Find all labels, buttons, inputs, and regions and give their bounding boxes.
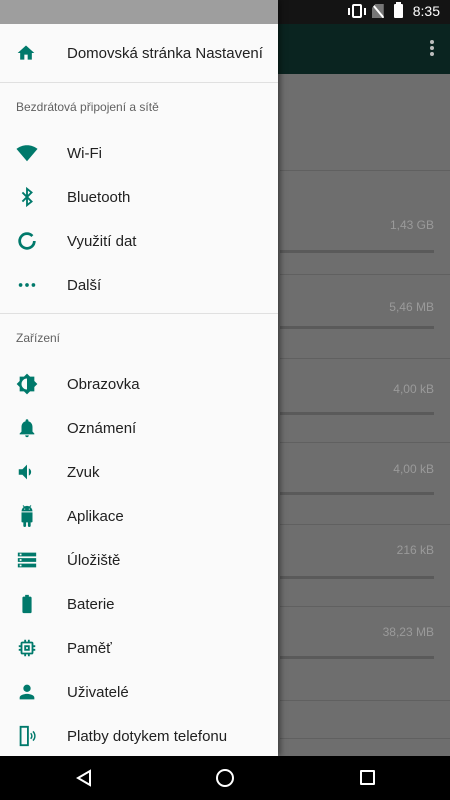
home-circle-icon[interactable] xyxy=(216,769,234,787)
section-header-device: Zařízení xyxy=(16,331,61,345)
more-horizontal-icon xyxy=(16,274,38,296)
memory-chip-icon xyxy=(16,637,38,659)
drawer-item-home[interactable]: Domovská stránka Nastavení xyxy=(0,24,278,82)
android-icon xyxy=(16,505,38,527)
drawer-item-label: Obrazovka xyxy=(67,375,140,393)
home-icon xyxy=(16,43,36,63)
storage-size: 38,23 MB xyxy=(382,625,434,639)
drawer-item-label: Baterie xyxy=(67,595,115,613)
status-time: 8:35 xyxy=(412,3,440,19)
drawer-item-storage[interactable]: Úložiště xyxy=(0,538,278,582)
phone-nfc-icon xyxy=(16,725,38,747)
drawer-item-label: Bluetooth xyxy=(67,188,131,206)
recent-apps-icon[interactable] xyxy=(360,770,375,785)
drawer-item-label: Wi-Fi xyxy=(67,144,102,162)
drawer-item-label: Platby dotykem telefonu xyxy=(67,727,228,745)
drawer-item-label: Další xyxy=(67,276,102,294)
drawer-item-label: Aplikace xyxy=(67,507,124,525)
drawer-item-bluetooth[interactable]: Bluetooth xyxy=(0,175,278,219)
battery-icon xyxy=(393,2,403,18)
bluetooth-icon xyxy=(16,186,38,208)
storage-size: 4,00 kB xyxy=(393,382,434,396)
storage-size: 216 kB xyxy=(396,543,434,557)
drawer-item-users[interactable]: Uživatelé xyxy=(0,670,278,714)
data-usage-icon xyxy=(16,230,38,252)
navigation-drawer: Domovská stránka Nastavení Bezdrátová př… xyxy=(0,0,278,756)
drawer-item-display[interactable]: Obrazovka xyxy=(0,362,278,406)
brightness-icon xyxy=(16,373,38,395)
drawer-item-apps[interactable]: Aplikace xyxy=(0,494,278,538)
drawer-status-area xyxy=(0,0,278,24)
drawer-item-label: Uživatelé xyxy=(67,683,129,701)
section-header-wireless: Bezdrátová připojení a sítě xyxy=(16,100,159,114)
back-icon[interactable] xyxy=(76,769,92,787)
storage-size: 1,43 GB xyxy=(389,218,434,232)
battery-icon xyxy=(16,593,38,615)
vibrate-icon xyxy=(347,4,366,18)
storage-size: 4,00 kB xyxy=(393,462,434,476)
drawer-item-sound[interactable]: Zvuk xyxy=(0,450,278,494)
drawer-item-wifi[interactable]: Wi-Fi xyxy=(0,131,278,175)
drawer-item-label: Paměť xyxy=(67,639,112,657)
drawer-item-battery[interactable]: Baterie xyxy=(0,582,278,626)
storage-size: 5,46 MB xyxy=(389,300,434,314)
drawer-item-label: Úložiště xyxy=(67,551,121,569)
drawer-item-label: Využití dat xyxy=(67,232,137,250)
drawer-item-data-usage[interactable]: Využití dat xyxy=(0,219,278,263)
home-label: Domovská stránka Nastavení xyxy=(67,44,263,62)
navigation-bar xyxy=(0,756,450,800)
drawer-item-label: Oznámení xyxy=(67,419,137,437)
drawer-item-memory[interactable]: Paměť xyxy=(0,626,278,670)
drawer-item-notifications[interactable]: Oznámení xyxy=(0,406,278,450)
drawer-item-tap-and-pay[interactable]: Platby dotykem telefonu xyxy=(0,714,278,756)
bell-icon xyxy=(16,417,38,439)
storage-icon xyxy=(16,549,38,571)
person-icon xyxy=(16,681,38,703)
volume-icon xyxy=(16,461,38,483)
no-sim-icon xyxy=(371,4,384,18)
overflow-menu-icon[interactable] xyxy=(430,40,434,56)
drawer-item-more[interactable]: Další xyxy=(0,263,278,307)
drawer-item-label: Zvuk xyxy=(67,463,100,481)
wifi-icon xyxy=(16,142,38,164)
